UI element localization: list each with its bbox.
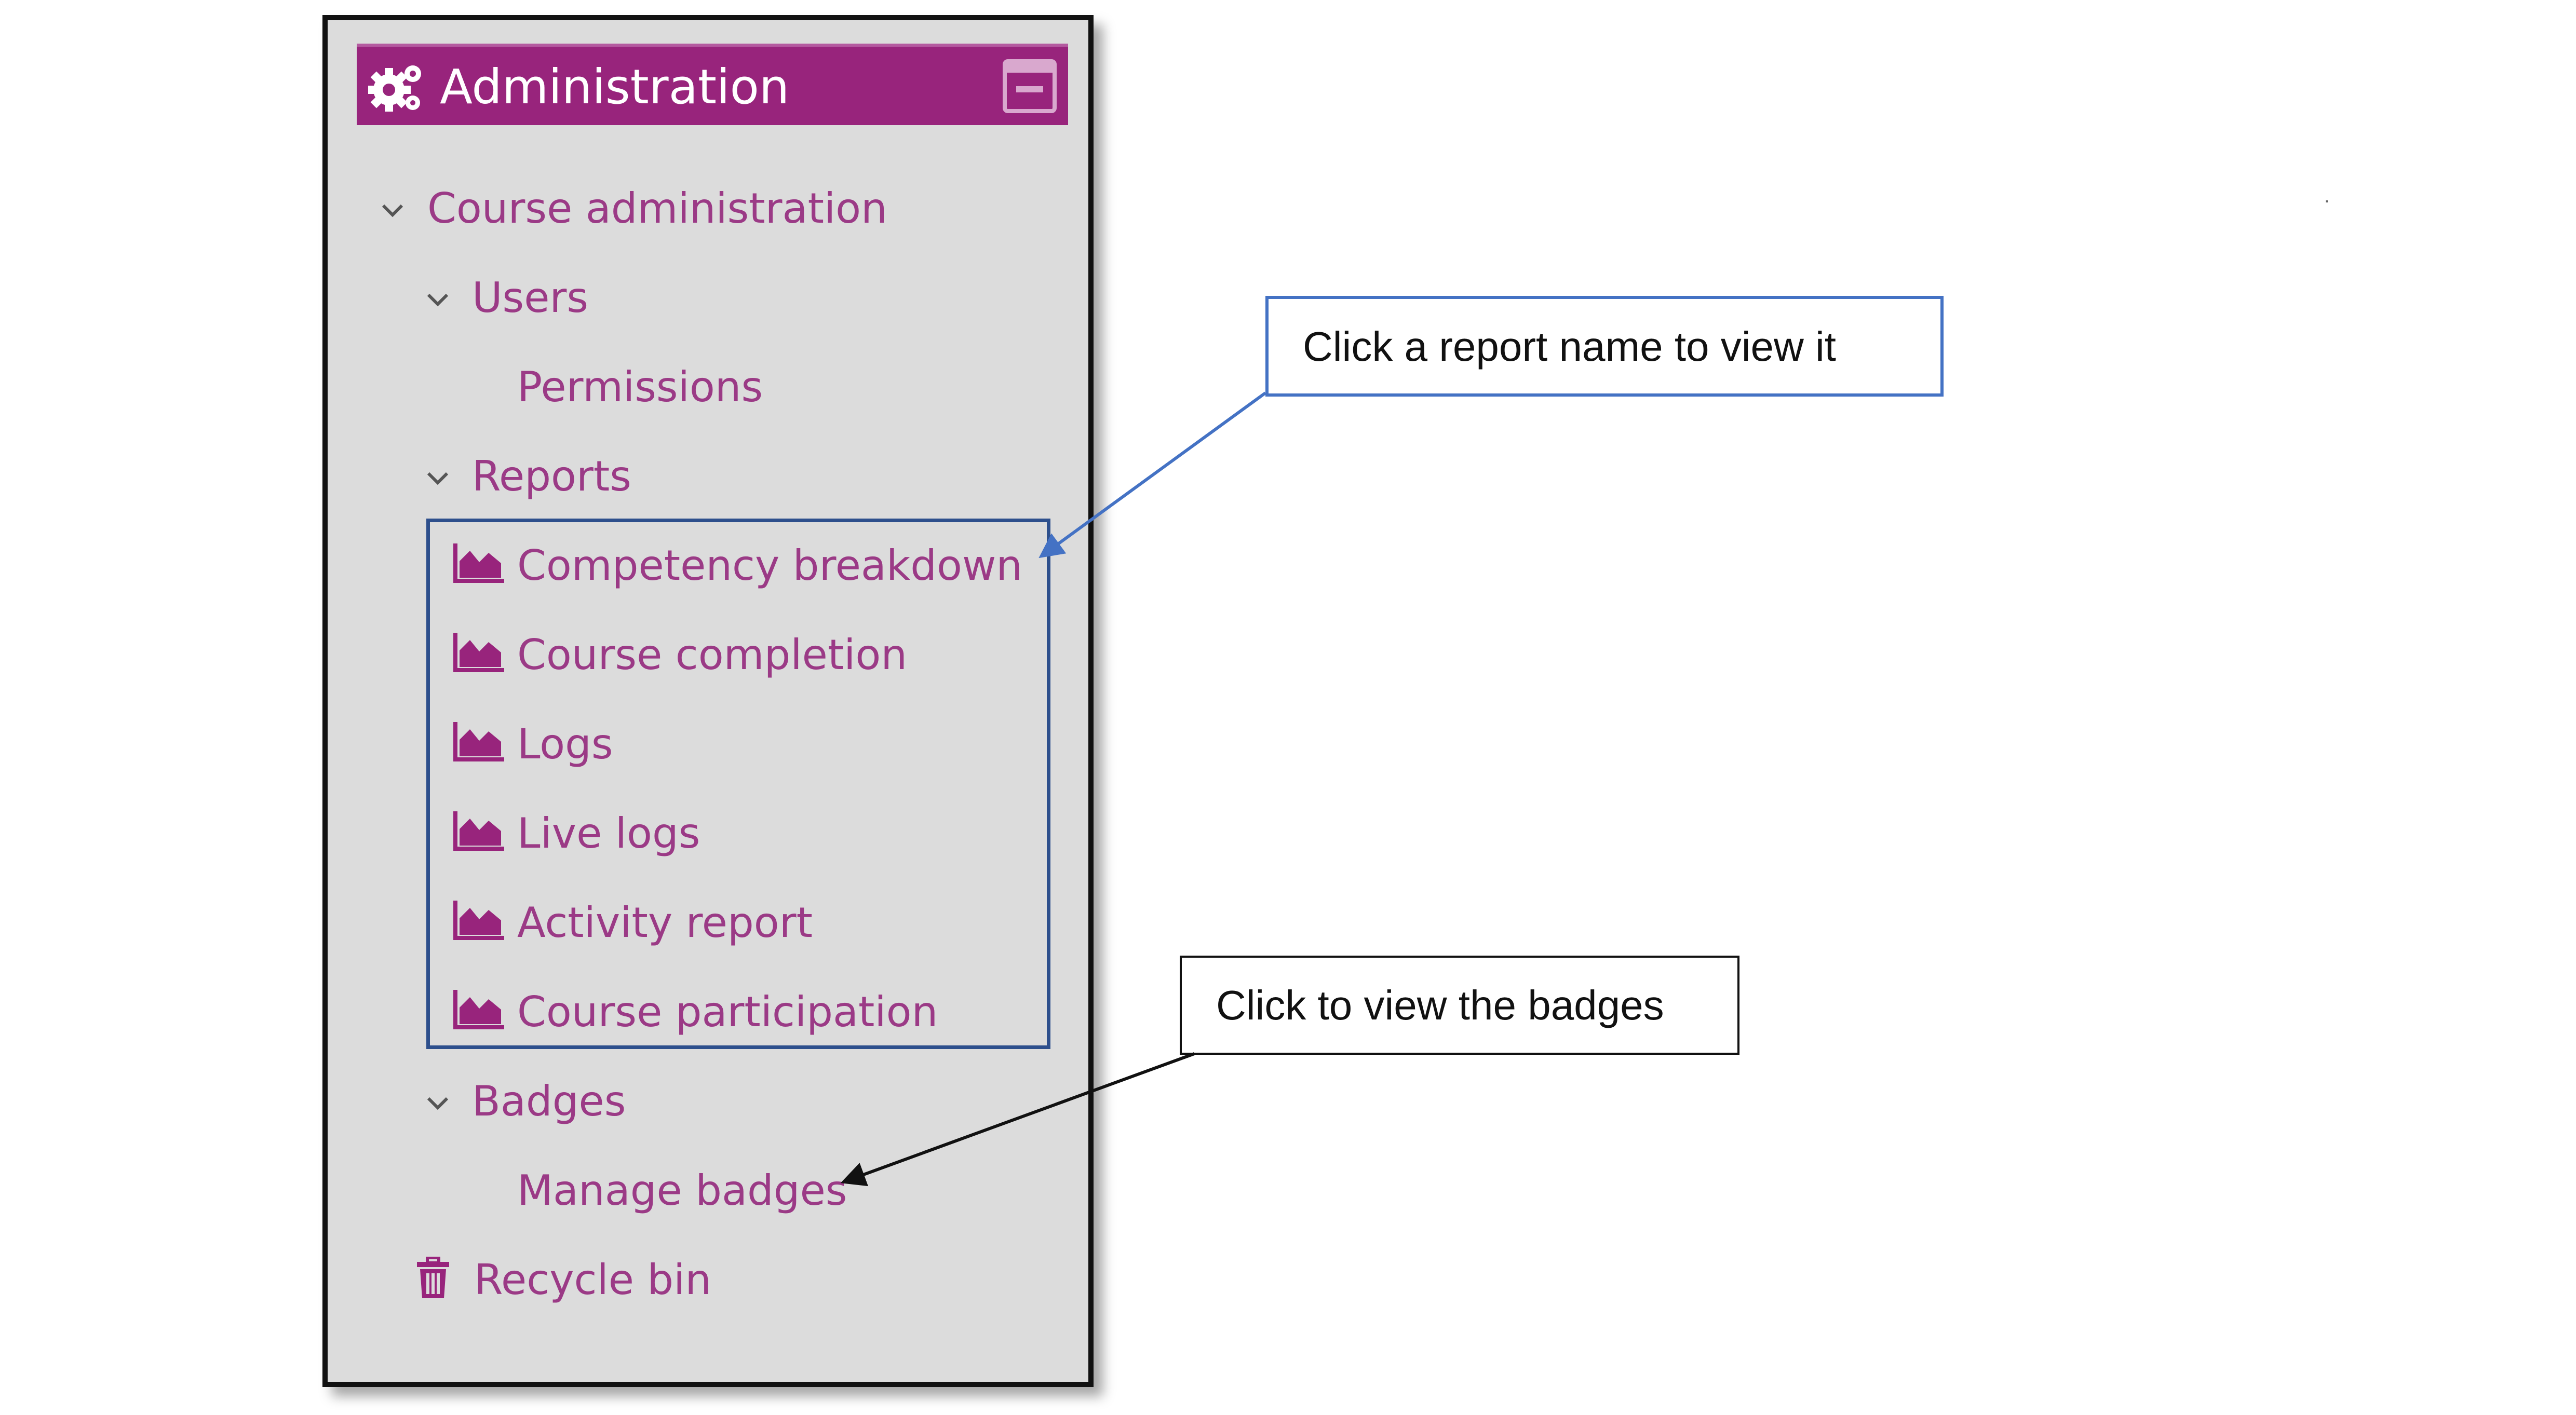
stray-dot [2326,200,2328,202]
badges-arrow [840,1052,1195,1187]
callout-arrows [840,391,1266,1187]
reports-arrow [1039,391,1266,559]
